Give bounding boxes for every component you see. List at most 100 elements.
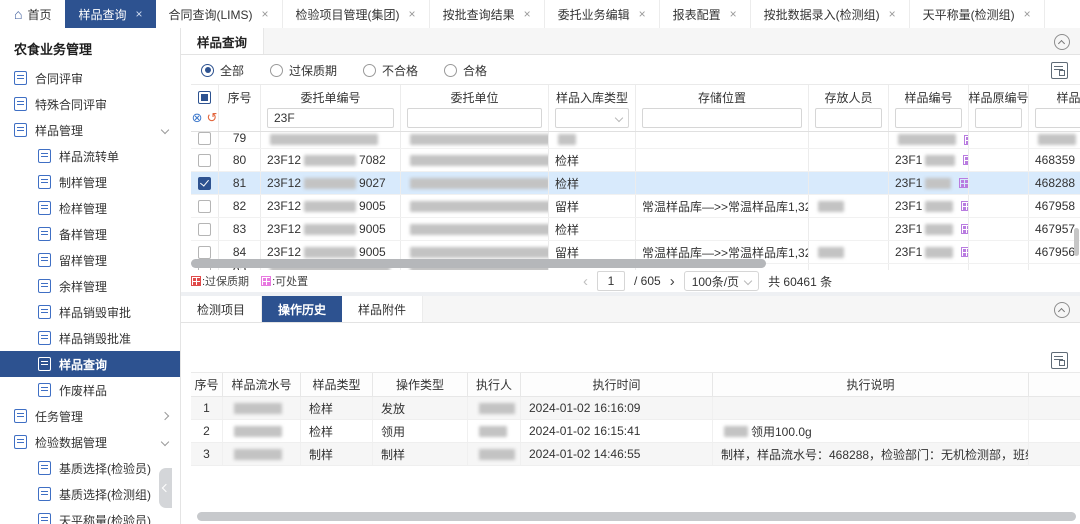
close-tab-icon[interactable]: ×: [889, 8, 896, 20]
redacted-text: [304, 201, 356, 212]
open-tabs: 样品查询×合同查询(LIMS)×检验项目管理(集团)×按批查询结果×委托业务编辑…: [65, 0, 1044, 28]
table-cell: 2024-01-02 16:16:09: [521, 397, 713, 419]
filter-radio[interactable]: 全部: [201, 62, 244, 79]
detail-tab[interactable]: 样品附件: [342, 296, 423, 322]
sidebar-item[interactable]: 样品销毁批准: [0, 325, 180, 351]
chevron-down-icon: [615, 114, 623, 122]
filter-input-orig[interactable]: [975, 108, 1022, 128]
collapse-panel-icon[interactable]: [1054, 34, 1070, 50]
pagination-prev-icon[interactable]: ‹: [583, 273, 588, 290]
sample-destroy-approval-icon: [38, 305, 51, 319]
filter-select-type[interactable]: [555, 108, 629, 128]
filter-cell: [889, 105, 969, 131]
top-tab[interactable]: 样品查询×: [65, 0, 155, 28]
sidebar-item[interactable]: 合同评审: [0, 65, 180, 91]
row-checkbox[interactable]: [198, 154, 211, 167]
filter-input-unit[interactable]: [407, 108, 542, 128]
sidebar-item[interactable]: 检验数据管理: [0, 429, 180, 455]
qr-code-icon[interactable]: [959, 178, 969, 188]
filter-input-order[interactable]: 23F: [267, 108, 394, 128]
table-row[interactable]: 8223F129005留样常温样品库—>>常温样品库1,322*9-2F0102…: [191, 195, 1080, 218]
qr-code-icon[interactable]: [961, 224, 969, 234]
sidebar-item[interactable]: 基质选择(检测组): [0, 481, 180, 507]
test-sample-icon: [38, 201, 51, 215]
table-settings-icon[interactable]: [1051, 62, 1068, 79]
detail-tab[interactable]: 检测项目: [181, 296, 262, 322]
sidebar-item[interactable]: 留样管理: [0, 247, 180, 273]
top-tab[interactable]: 报表配置×: [660, 0, 751, 28]
refresh-icon[interactable]: ↺: [207, 110, 218, 126]
sidebar-item-label: 留样管理: [59, 252, 107, 269]
horizontal-scrollbar[interactable]: [191, 259, 766, 268]
filter-input-serial[interactable]: [1035, 108, 1080, 128]
row-checkbox[interactable]: [198, 246, 211, 259]
collapse-panel-icon[interactable]: [1054, 302, 1070, 318]
close-tab-icon[interactable]: ×: [136, 8, 143, 20]
top-tab[interactable]: 按批数据录入(检测组)×: [751, 0, 910, 28]
table-row[interactable]: 8023F127082检样23F1468359: [191, 149, 1080, 172]
top-tab[interactable]: 合同查询(LIMS)×: [156, 0, 283, 28]
sidebar-item-label: 检验数据管理: [35, 434, 107, 451]
sidebar-item[interactable]: 样品查询: [0, 351, 180, 377]
sidebar-item[interactable]: 天平称量(检验员): [0, 507, 180, 524]
top-tab[interactable]: 天平称量(检测组)×: [910, 0, 1045, 28]
table-cell: [1029, 420, 1080, 442]
home-tab[interactable]: ⌂ 首页: [0, 0, 65, 28]
table-row[interactable]: 79: [191, 132, 1080, 149]
row-checkbox[interactable]: [198, 223, 211, 236]
sidebar-item[interactable]: 余样管理: [0, 273, 180, 299]
filter-input-loc[interactable]: [642, 108, 802, 128]
vertical-scrollbar[interactable]: [1074, 228, 1079, 256]
filter-clear-icon[interactable]: ⊗: [192, 110, 203, 126]
filter-radio[interactable]: 过保质期: [270, 62, 337, 79]
pagination-next-icon[interactable]: ›: [670, 273, 675, 290]
sidebar-item[interactable]: 样品管理: [0, 117, 180, 143]
close-tab-icon[interactable]: ×: [639, 8, 646, 20]
column-header: 样品类型: [301, 373, 373, 396]
sidebar-item[interactable]: 检样管理: [0, 195, 180, 221]
sidebar-item[interactable]: 特殊合同评审: [0, 91, 180, 117]
table-row[interactable]: 2检样领用2024-01-02 16:15:41领用100.0g: [191, 420, 1080, 443]
close-tab-icon[interactable]: ×: [1024, 8, 1031, 20]
sidebar-collapse-handle[interactable]: [159, 468, 172, 508]
table-row[interactable]: 1检样发放2024-01-02 16:16:09: [191, 397, 1080, 420]
row-checkbox[interactable]: [198, 177, 211, 190]
table-row[interactable]: 8123F129027检样23F1468288: [191, 172, 1080, 195]
sidebar-item[interactable]: 任务管理: [0, 403, 180, 429]
column-header-label: 操作类型: [396, 376, 444, 393]
table-cell: 检样: [549, 218, 636, 240]
sidebar-item[interactable]: 样品销毁审批: [0, 299, 180, 325]
top-tab[interactable]: 检验项目管理(集团)×: [283, 0, 430, 28]
radio-label: 过保质期: [289, 62, 337, 79]
table-row[interactable]: 8323F129005检样23F1467957: [191, 218, 1080, 241]
page-input[interactable]: 1: [597, 271, 625, 291]
page-size-select[interactable]: 100条/页: [684, 271, 759, 291]
detail-tab[interactable]: 操作历史: [262, 296, 342, 322]
close-tab-icon[interactable]: ×: [262, 8, 269, 20]
table-settings-icon[interactable]: [1051, 352, 1068, 369]
qr-code-icon[interactable]: [961, 247, 969, 257]
table-row[interactable]: 3制样制样2024-01-02 14:46:55制样，样品流水号：468288，…: [191, 443, 1080, 466]
close-tab-icon[interactable]: ×: [524, 8, 531, 20]
sidebar-item[interactable]: 备样管理: [0, 221, 180, 247]
page-horizontal-scrollbar[interactable]: [197, 512, 1076, 521]
close-tab-icon[interactable]: ×: [730, 8, 737, 20]
top-tab[interactable]: 按批查询结果×: [430, 0, 545, 28]
filter-radio[interactable]: 不合格: [363, 62, 418, 79]
filter-radio[interactable]: 合格: [444, 62, 487, 79]
select-all-checkbox[interactable]: [198, 91, 211, 104]
close-tab-icon[interactable]: ×: [409, 8, 416, 20]
table-cell: 2024-01-02 14:46:55: [521, 443, 713, 465]
filter-input-sample[interactable]: [895, 108, 962, 128]
sidebar-item[interactable]: 作废样品: [0, 377, 180, 403]
sidebar-item[interactable]: 基质选择(检验员): [0, 455, 180, 481]
sidebar-item[interactable]: 样品流转单: [0, 143, 180, 169]
column-header-label: 执行时间: [592, 376, 640, 393]
row-checkbox[interactable]: [198, 132, 211, 145]
filter-input-keeper[interactable]: [815, 108, 882, 128]
qr-code-icon[interactable]: [961, 201, 969, 211]
sidebar-item[interactable]: 制样管理: [0, 169, 180, 195]
row-checkbox[interactable]: [198, 200, 211, 213]
column-header: 样品入库类型: [549, 85, 636, 105]
top-tab[interactable]: 委托业务编辑×: [545, 0, 660, 28]
